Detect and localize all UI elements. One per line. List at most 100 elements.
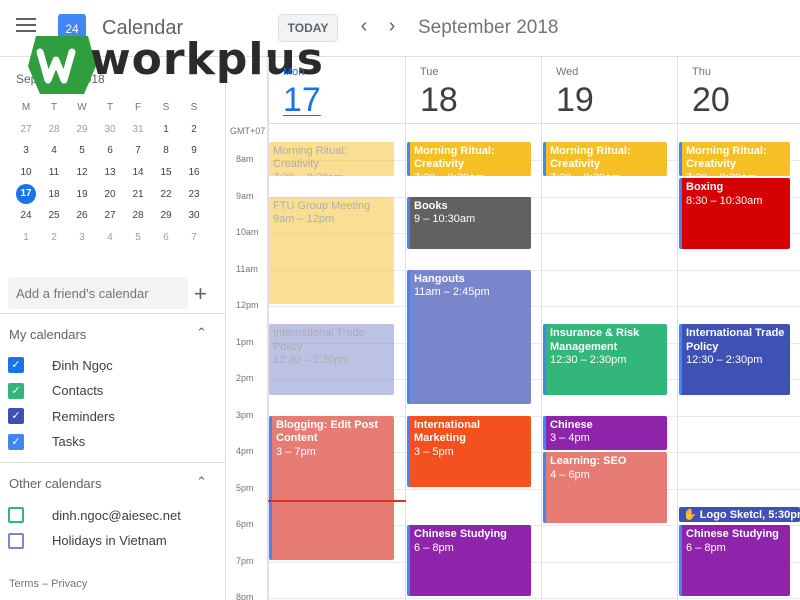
mini-calendar-day[interactable]: 1: [152, 124, 180, 135]
event-title: Books: [414, 199, 448, 212]
event-block[interactable]: FTU Group Meeting 9am – 12pm: [269, 196, 394, 304]
day-number[interactable]: 20: [692, 81, 730, 120]
mini-calendar-day[interactable]: 31: [124, 124, 152, 135]
calendar-item[interactable]: dinh.ngoc@aiesec.net: [8, 505, 181, 525]
mini-calendar-weekday: S: [162, 102, 170, 114]
mini-calendar-day[interactable]: 19: [68, 189, 96, 200]
mini-calendar-day[interactable]: 30: [180, 210, 208, 221]
event-title: Boxing: [686, 181, 724, 194]
selected-day[interactable]: 17: [16, 184, 36, 205]
mini-calendar-day[interactable]: 27: [12, 124, 40, 135]
mini-calendar-day[interactable]: 21: [124, 189, 152, 200]
event-block[interactable]: Books 9 – 10:30am: [407, 196, 531, 250]
event-block[interactable]: Chinese 3 – 4pm: [543, 415, 667, 450]
checkbox-checked-icon[interactable]: ✓: [8, 433, 24, 450]
chevron-up-icon[interactable]: ⌃: [196, 325, 207, 341]
mini-calendar-day[interactable]: 20: [96, 189, 124, 200]
mini-calendar-day[interactable]: 30: [96, 124, 124, 135]
mini-calendar-day[interactable]: 29: [68, 124, 96, 135]
day-number[interactable]: 17: [283, 81, 321, 120]
mini-calendar-day[interactable]: 28: [40, 124, 68, 135]
mini-calendar-day[interactable]: 16: [180, 167, 208, 178]
mini-calendar-day[interactable]: 23: [180, 189, 208, 200]
event-block[interactable]: Learning: SEO 4 – 6pm: [543, 452, 667, 523]
chevron-up-icon[interactable]: ⌃: [196, 474, 207, 490]
event-block[interactable]: Morning Ritual: Creativity7:30 – 8:30am: [679, 141, 790, 177]
chevron-right-icon[interactable]: ›: [382, 15, 402, 38]
mini-calendar-day[interactable]: 25: [40, 210, 68, 221]
checkbox-checked-icon[interactable]: ✓: [8, 357, 24, 373]
calendar-item[interactable]: Holidays in Vietnam: [8, 531, 167, 551]
mini-calendar-day[interactable]: 2: [180, 124, 208, 135]
event-block[interactable]: Morning Ritual: Creativity7:30 – 8:30am: [407, 141, 531, 177]
event-time: 3 – 7pm: [276, 445, 316, 458]
mini-calendar-day[interactable]: 6: [96, 145, 124, 156]
plus-icon[interactable]: +: [194, 281, 207, 307]
event-block[interactable]: International Trade Policy 12:30 – 2:30pm: [269, 324, 394, 396]
my-calendars-header[interactable]: My calendars ⌃: [0, 313, 226, 342]
event-block[interactable]: Chinese Studying 6 – 8pm: [407, 525, 531, 596]
event-block[interactable]: Morning Ritual: Creativity7:30 – 8:30am: [543, 141, 667, 177]
mini-calendar-day[interactable]: 15: [152, 167, 180, 178]
event-block[interactable]: Boxing 8:30 – 10:30am: [679, 178, 790, 250]
hour-label: 5pm: [236, 482, 254, 493]
event-title: Morning Ritual: Creativity: [686, 144, 767, 171]
mini-calendar-day[interactable]: 24: [12, 210, 40, 221]
mini-calendar-day[interactable]: 22: [152, 189, 180, 200]
mini-calendar-day[interactable]: 7: [180, 232, 208, 243]
hour-label: 7pm: [236, 555, 254, 566]
mini-calendar-day[interactable]: 29: [152, 210, 180, 221]
calendar-item[interactable]: ✓ Đinh Ngọc: [8, 355, 113, 375]
calendar-item[interactable]: ✓ Contacts: [8, 381, 103, 401]
event-chip[interactable]: ✋ Logo Sketcl, 5:30pm: [679, 506, 800, 522]
event-block[interactable]: Chinese Studying 6 – 8pm: [679, 525, 790, 596]
mini-calendar-day[interactable]: 3: [68, 232, 96, 243]
chevron-left-icon[interactable]: ‹: [354, 15, 374, 38]
mini-calendar-day[interactable]: 28: [124, 210, 152, 221]
add-friend-calendar-input[interactable]: [8, 277, 188, 309]
mini-calendar-day[interactable]: 27: [96, 210, 124, 221]
mini-calendar-day[interactable]: 18: [40, 189, 68, 200]
mini-calendar-day[interactable]: 3: [12, 145, 40, 156]
checkbox-empty-icon[interactable]: [8, 507, 24, 523]
event-block[interactable]: International Marketing 3 – 5pm: [407, 415, 531, 487]
footer-links[interactable]: Terms – Privacy: [9, 578, 87, 590]
checkbox-empty-icon[interactable]: [8, 532, 24, 549]
mini-calendar-day[interactable]: 1: [12, 232, 40, 243]
checkbox-checked-icon[interactable]: ✓: [8, 382, 24, 399]
hour-label: 3pm: [236, 409, 254, 420]
mini-calendar-day[interactable]: 5: [68, 145, 96, 156]
mini-calendar-day[interactable]: 4: [40, 145, 68, 156]
event-title: International Trade Policy: [273, 327, 365, 353]
mini-calendar-week: 27 28 29 30 31 1 2: [12, 119, 208, 141]
mini-calendar-day[interactable]: 11: [40, 167, 68, 178]
calendar-item[interactable]: ✓ Reminders: [8, 406, 115, 426]
mini-calendar-day[interactable]: 14: [124, 167, 152, 178]
calendar-item[interactable]: ✓ Tasks: [8, 432, 85, 452]
checkbox-checked-icon[interactable]: ✓: [8, 408, 24, 424]
mini-calendar-day[interactable]: 6: [152, 232, 180, 243]
calendar-label: Holidays in Vietnam: [52, 533, 167, 548]
mini-calendar-day[interactable]: 9: [180, 145, 208, 156]
event-block[interactable]: International Trade Policy 12:30 – 2:30pm: [679, 324, 790, 396]
mini-calendar-week: 10 11 12 13 14 15 16: [12, 162, 208, 184]
day-number[interactable]: 18: [420, 81, 458, 120]
event-block[interactable]: Insurance & Risk Management 12:30 – 2:30p…: [543, 324, 667, 396]
event-block[interactable]: Morning Ritual: Creativity7:30 – 8:30am: [269, 141, 394, 177]
mini-calendar-day[interactable]: 12: [68, 167, 96, 178]
mini-calendar-day[interactable]: 7: [124, 145, 152, 156]
mini-calendar-day[interactable]: 10: [12, 167, 40, 178]
mini-calendar-day[interactable]: 5: [124, 232, 152, 243]
day-number[interactable]: 19: [556, 81, 594, 120]
mini-calendar-day[interactable]: 4: [96, 232, 124, 243]
mini-calendar-day[interactable]: 8: [152, 145, 180, 156]
event-block[interactable]: Hangouts 11am – 2:45pm: [407, 269, 531, 405]
event-time: 6 – 8pm: [414, 541, 454, 554]
mini-calendar: M T W T F S S 27 28 29 30 31 1 2 3 4 5 6 7 8 9 10 11 12 13 14 15 16…: [12, 97, 208, 248]
mini-calendar-day[interactable]: 17: [12, 184, 40, 205]
mini-calendar-day[interactable]: 26: [68, 210, 96, 221]
other-calendars-header[interactable]: Other calendars ⌃: [0, 462, 226, 491]
mini-calendar-day[interactable]: 2: [40, 232, 68, 243]
event-block[interactable]: Blogging: Edit Post Content 3 – 7pm: [269, 415, 394, 560]
mini-calendar-day[interactable]: 13: [96, 167, 124, 178]
